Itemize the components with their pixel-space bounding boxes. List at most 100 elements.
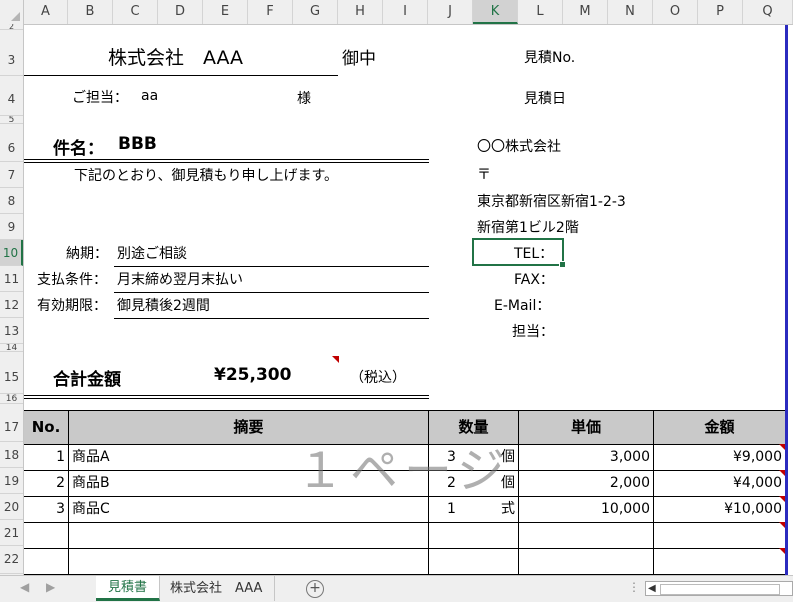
cell-unit[interactable] [474,522,519,548]
term-underline-payment [114,292,429,293]
row-header-22[interactable]: 22 [0,546,23,574]
column-header-bar: A B C D E F G H I J K L M N O P Q [0,0,793,25]
comment-marker[interactable] [332,356,339,363]
row-header-8[interactable]: 8 [0,188,23,214]
cell-price[interactable]: 10,000 [519,496,654,522]
cell-item[interactable] [69,548,429,574]
column-header-g[interactable]: G [293,0,338,24]
contact-label: ご担当： [72,90,128,106]
column-header-c[interactable]: C [113,0,158,24]
row-header-13[interactable]: 13 [0,318,23,344]
row-header-3[interactable]: 3 [0,30,23,76]
row-header-11[interactable]: 11 [0,266,23,292]
prev-sheet-icon[interactable]: ◀ [20,580,29,594]
cell-no[interactable] [24,548,69,574]
horizontal-scrollbar[interactable]: ◀ [645,581,793,596]
column-header-a[interactable]: A [24,0,68,24]
table-row[interactable] [24,522,786,549]
subject-value: BBB [118,134,157,154]
total-value: ¥25,300 [214,365,292,385]
cell-unit[interactable] [474,548,519,574]
more-options-icon[interactable]: ⋮ [628,580,640,594]
row-header-15[interactable]: 15 [0,352,23,394]
row-header-12[interactable]: 12 [0,292,23,318]
select-all-corner[interactable] [0,0,24,24]
client-company: 株式会社 AAA [108,47,244,69]
worksheet-grid[interactable]: 株式会社 AAA 御中 ご担当： aa 様 見積No. 見積日 件名： BBB … [24,25,793,575]
row-header-4[interactable]: 4 [0,76,23,116]
column-header-j[interactable]: J [428,0,473,24]
term-label-payment: 支払条件： [37,272,107,288]
row-header-21[interactable]: 21 [0,520,23,546]
contact-name: aa [141,88,159,104]
cell-amount[interactable]: ¥10,000 [654,496,786,522]
table-row[interactable] [24,548,786,575]
column-header-n[interactable]: N [608,0,653,24]
term-underline-delivery [114,266,429,267]
sender-address2: 新宿第1ビル2階 [477,220,579,236]
row-header-9[interactable]: 9 [0,214,23,240]
cell-no[interactable] [24,522,69,548]
column-header-h[interactable]: H [338,0,383,24]
subject-double-underline [24,159,429,163]
column-header-i[interactable]: I [383,0,428,24]
column-header-q[interactable]: Q [743,0,793,24]
total-label: 合計金額 [53,370,121,390]
cell-amount[interactable] [654,522,786,548]
row-header-7[interactable]: 7 [0,162,23,188]
cell-qty[interactable] [429,522,474,548]
column-header-f[interactable]: F [248,0,293,24]
column-header-e[interactable]: E [203,0,248,24]
cell-amount[interactable] [654,548,786,574]
column-header-l[interactable]: L [518,0,563,24]
active-cell-selection[interactable] [472,238,566,268]
sender-address1: 東京都新宿区新宿1-2-3 [477,194,626,210]
contact-sama: 様 [297,91,311,107]
cell-price[interactable]: 2,000 [519,470,654,496]
next-sheet-icon[interactable]: ▶ [46,580,55,594]
sender-person-label: 担当： [512,324,554,340]
row-header-18[interactable]: 18 [0,442,23,468]
row-header-6[interactable]: 6 [0,124,23,162]
cell-price[interactable] [519,522,654,548]
add-sheet-button[interactable]: + [306,580,324,598]
sender-fax-label: FAX： [514,272,554,288]
sheet-tab-bar: ◀ ▶ 見積書 株式会社 AAA + ⋮ ◀ [0,575,793,602]
column-header-b[interactable]: B [68,0,113,24]
column-header-p[interactable]: P [698,0,743,24]
cell-price[interactable] [519,548,654,574]
tab-estimate[interactable]: 見積書 [96,576,161,601]
row-header-5[interactable]: 5 [0,116,23,124]
honorific-onchu: 御中 [342,49,376,69]
term-label-delivery: 納期： [66,246,108,262]
cell-no[interactable]: 2 [24,470,69,496]
cell-item[interactable] [69,522,429,548]
cell-qty[interactable] [429,548,474,574]
page-break-line [785,25,788,575]
company-underline [24,75,338,76]
column-header-m[interactable]: M [563,0,608,24]
sender-postal: 〒 [477,167,491,183]
cell-no[interactable]: 1 [24,444,69,470]
intro-text: 下記のとおり、御見積もり申し上げます。 [74,168,339,184]
column-header-k[interactable]: K [473,0,518,24]
cell-no[interactable]: 3 [24,496,69,522]
column-header-o[interactable]: O [653,0,698,24]
row-header-bar: 2 3 4 5 6 7 8 9 10 11 12 13 14 15 16 17 … [0,24,24,575]
cell-amount[interactable]: ¥9,000 [654,444,786,470]
row-header-17[interactable]: 17 [0,404,23,442]
header-amount: 金額 [654,411,786,444]
row-header-14[interactable]: 14 [0,344,23,352]
scroll-thumb[interactable] [660,584,780,595]
scroll-left-icon[interactable]: ◀ [648,582,656,595]
row-header-19[interactable]: 19 [0,468,23,494]
row-header-10[interactable]: 10 [0,240,23,266]
page-watermark: １ページ [296,443,512,499]
cell-price[interactable]: 3,000 [519,444,654,470]
cell-amount[interactable]: ¥4,000 [654,470,786,496]
header-unit-price: 単価 [519,411,654,444]
row-header-20[interactable]: 20 [0,494,23,520]
tab-company-aaa[interactable]: 株式会社 AAA [158,576,276,601]
column-header-d[interactable]: D [158,0,203,24]
row-header-16[interactable]: 16 [0,394,23,404]
